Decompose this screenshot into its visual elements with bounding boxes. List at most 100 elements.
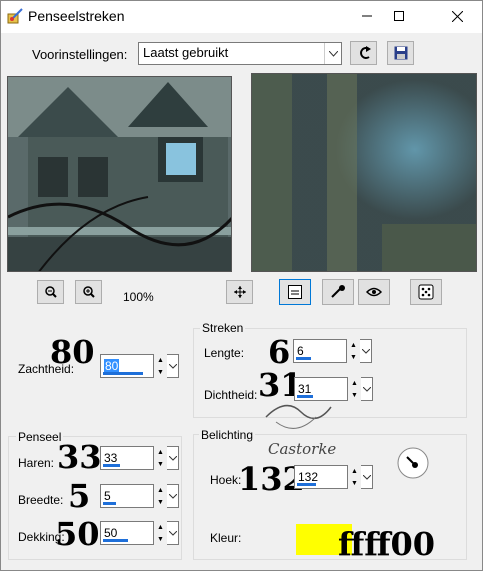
bristles-slider-bar[interactable] (103, 464, 120, 467)
width-slider-bar[interactable] (103, 502, 116, 505)
up-arrow-icon[interactable]: ▲ (154, 354, 167, 366)
move-icon (233, 286, 246, 298)
angle-arrows[interactable]: ▲ ▼ (348, 465, 361, 489)
save-preset-button[interactable] (387, 41, 414, 65)
strokes-group-label: Streken (200, 321, 246, 335)
chevron-down-icon (324, 43, 341, 64)
window-title: Penseelstreken (28, 8, 125, 24)
bristles-spinner[interactable]: 33 ▲ ▼ (100, 446, 179, 470)
lighting-group-label: Belichting (199, 428, 256, 442)
chevron-down-icon (168, 493, 177, 499)
down-arrow-icon[interactable]: ▼ (348, 477, 361, 489)
chevron-down-icon (168, 530, 177, 536)
softness-arrows[interactable]: ▲ ▼ (154, 354, 167, 378)
width-overlay-number: 5 (68, 477, 91, 515)
up-arrow-icon[interactable]: ▲ (348, 465, 361, 477)
width-arrows[interactable]: ▲ ▼ (154, 484, 167, 508)
bristles-value: 33 (104, 451, 118, 465)
opacity-arrows[interactable]: ▲ ▼ (154, 521, 167, 545)
opacity-field[interactable]: 50 (100, 521, 154, 545)
color-label: Kleur: (210, 531, 242, 545)
down-arrow-icon[interactable]: ▼ (154, 366, 167, 378)
up-arrow-icon[interactable]: ▲ (154, 446, 167, 458)
length-overlay-number: 6 (268, 333, 291, 371)
zoom-in-icon (82, 286, 95, 298)
presets-label: Voorinstellingen: (32, 47, 128, 62)
down-arrow-icon[interactable]: ▼ (154, 533, 167, 545)
length-arrows[interactable]: ▲ ▼ (347, 339, 360, 363)
opacity-spinner[interactable]: 50 ▲ ▼ (100, 521, 179, 545)
width-spinner[interactable]: 5 ▲ ▼ (100, 484, 179, 508)
minimize-icon (362, 15, 372, 17)
zoom-in-button[interactable] (75, 280, 102, 304)
eye-icon (366, 287, 382, 297)
zoom-out-button[interactable] (37, 280, 64, 304)
angle-value: 132 (298, 470, 319, 484)
bristles-field[interactable]: 33 (100, 446, 154, 470)
close-button[interactable] (434, 0, 480, 32)
density-label: Dichtheid: (204, 388, 258, 402)
width-value: 5 (104, 489, 111, 503)
width-dropdown[interactable] (167, 484, 179, 508)
save-icon (394, 46, 407, 60)
down-arrow-icon[interactable]: ▼ (154, 458, 167, 470)
angle-dropdown[interactable] (361, 465, 373, 489)
bristles-dropdown[interactable] (167, 446, 179, 470)
preview-toggle-button[interactable] (358, 279, 390, 305)
length-spinner[interactable]: 6 ▲ ▼ (293, 339, 372, 363)
softness-spinner[interactable]: 80 ▲ ▼ (100, 354, 179, 378)
presets-dropdown[interactable]: Laatst gebruikt (138, 42, 342, 65)
chevron-down-icon (362, 386, 371, 392)
length-field[interactable]: 6 (293, 339, 347, 363)
down-arrow-icon[interactable]: ▼ (347, 351, 360, 363)
angle-spinner[interactable]: 132 ▲ ▼ (294, 465, 373, 489)
color-overlay-text: ffff00 (338, 525, 436, 563)
pan-button[interactable] (226, 280, 253, 304)
eyedropper-button[interactable] (322, 279, 354, 305)
opacity-value: 50 (104, 526, 118, 540)
angle-field[interactable]: 132 (294, 465, 348, 489)
softness-dropdown[interactable] (167, 354, 179, 378)
density-arrows[interactable]: ▲ ▼ (348, 377, 361, 401)
maximize-button[interactable] (376, 0, 422, 32)
angle-slider-bar[interactable] (297, 483, 316, 486)
down-arrow-icon[interactable]: ▼ (154, 496, 167, 508)
bristles-label: Haren: (18, 456, 55, 470)
angle-dial[interactable] (396, 446, 430, 480)
up-arrow-icon[interactable]: ▲ (348, 377, 361, 389)
randomize-button[interactable] (410, 279, 442, 305)
bristles-overlay-number: 33 (57, 438, 102, 476)
softness-value: 80 (104, 359, 120, 373)
up-arrow-icon[interactable]: ▲ (154, 484, 167, 496)
angle-label: Hoek: (210, 473, 242, 487)
bristles-arrows[interactable]: ▲ ▼ (154, 446, 167, 470)
up-arrow-icon[interactable]: ▲ (347, 339, 360, 351)
zoom-level: 100% (123, 290, 154, 304)
result-preview[interactable] (251, 73, 477, 272)
chevron-down-icon (361, 348, 370, 354)
paint-brush-app-icon (7, 8, 23, 24)
zoom-out-icon (44, 286, 57, 298)
softness-field[interactable]: 80 (100, 354, 154, 378)
proof-button[interactable] (279, 279, 311, 305)
opacity-dropdown[interactable] (167, 521, 179, 545)
width-label: Breedte: (18, 493, 64, 507)
length-slider-bar[interactable] (296, 357, 311, 360)
chevron-down-icon (362, 474, 371, 480)
density-dropdown[interactable] (361, 377, 373, 401)
proof-icon (288, 285, 302, 299)
length-dropdown[interactable] (360, 339, 372, 363)
reset-button[interactable] (350, 41, 377, 65)
width-field[interactable]: 5 (100, 484, 154, 508)
down-arrow-icon[interactable]: ▼ (348, 389, 361, 401)
chevron-down-icon (168, 455, 177, 461)
opacity-label: Dekking: (18, 530, 65, 544)
softness-slider-bar[interactable] (103, 372, 143, 375)
softness-label: Zachtheid: (18, 362, 75, 376)
angle-dial-icon (397, 447, 429, 479)
chevron-down-icon (168, 363, 177, 369)
original-preview[interactable] (7, 76, 232, 272)
opacity-slider-bar[interactable] (103, 539, 128, 542)
eyedropper-icon (331, 285, 345, 298)
up-arrow-icon[interactable]: ▲ (154, 521, 167, 533)
